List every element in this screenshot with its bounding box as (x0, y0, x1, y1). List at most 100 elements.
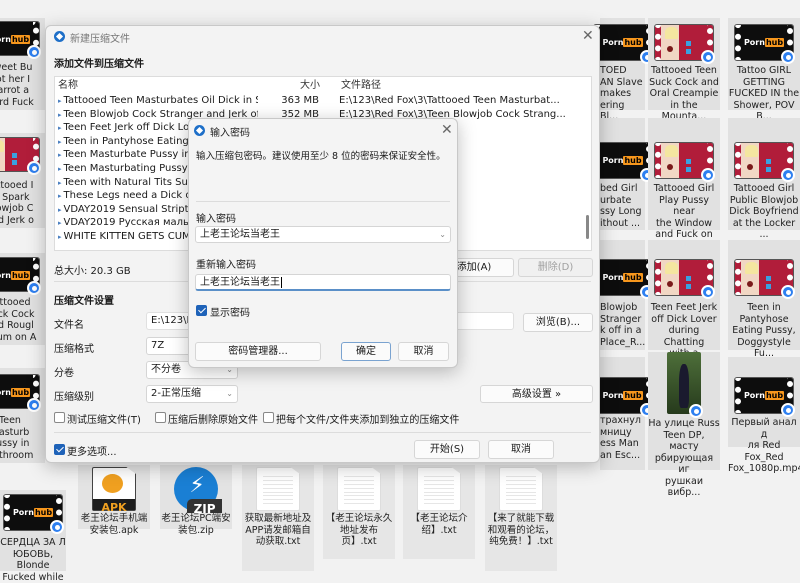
level-select[interactable]: 2-正常压缩 ⌄ (146, 385, 238, 403)
txt-thumbnail (417, 467, 461, 511)
desktop-file-follow[interactable]: Teen in Pantyhose Eating Pussy, Doggysty… (728, 240, 800, 359)
video-player-badge-icon (781, 285, 795, 299)
show-password-label[interactable]: 显示密码 (210, 304, 250, 319)
column-size[interactable]: 大小 (300, 79, 320, 92)
desktop-file-pornhub[interactable]: Pornhub bed Girl urbate ssy Long ithout .… (592, 118, 654, 230)
title-bar[interactable]: 新建压缩文件 ✕ (46, 26, 599, 48)
desktop-file-label: 【老王论坛介 绍】.txt (410, 513, 468, 536)
desktop-file-label: Tattooed Girl Public Blowjob Dick Boyfri… (729, 183, 799, 240)
filename-label: 文件名 (54, 320, 84, 331)
txt-thumbnail (499, 467, 543, 511)
scrollbar-thumb[interactable] (586, 215, 589, 239)
desktop-file-pornhub[interactable]: Pornhub Sweet Bu got her I Carrot a Hard … (0, 18, 45, 110)
desktop-file-pornhub[interactable]: Pornhub Blowjob Stranger k off in a Place… (592, 240, 654, 350)
reenter-password-input[interactable]: 上老王论坛当老王 (195, 274, 451, 291)
show-password-checkbox[interactable] (196, 305, 207, 316)
split-value: 不分卷 (151, 364, 181, 375)
window-title: 新建压缩文件 (70, 34, 130, 45)
delete-after-checkbox[interactable] (155, 412, 166, 423)
pornhub-logo: Pornhub (602, 273, 643, 283)
desktop-file-label: трахнул мницу ess Man an Esc... (600, 415, 641, 461)
desktop-file-apk[interactable]: APK 老王论坛手机端 安装包.apk (78, 465, 150, 536)
desktop-file-zip[interactable]: ⚡ ZIP 老王论坛PC端安 装包.zip (160, 465, 232, 536)
password-title-bar[interactable]: 输入密码 ✕ (189, 119, 457, 141)
desktop-file-label: 获取最新地址及 APP请发邮箱自 动获取.txt (244, 513, 312, 547)
video-player-badge-icon (27, 45, 41, 59)
app-icon (54, 31, 65, 42)
pornhub-logo: Pornhub (602, 38, 643, 48)
format-label: 压缩格式 (54, 344, 94, 355)
video-player-badge-icon (689, 404, 703, 418)
password-combo[interactable]: 上老王论坛当老王 ⌄ (195, 226, 451, 243)
add-files-heading: 添加文件到压缩文件 (54, 59, 144, 70)
desktop-file-follow[interactable]: Teen Feet Jerk off Dick Lover during Cha… (648, 240, 720, 371)
desktop-file-txt[interactable]: 获取最新地址及 APP请发邮箱自 动获取.txt (242, 465, 314, 571)
desktop-file-label: Tattooed Suck Cock and Rougl - Cum on A (0, 297, 37, 343)
desktop-file-pornhub[interactable]: Pornhub трахнул мницу ess Man an Esc... (592, 357, 654, 470)
total-size: 总大小: 20.3 GB (54, 266, 131, 277)
file-row[interactable]: Tattooed Teen Masturbates Oil Dick in St… (55, 94, 591, 107)
desktop-file-follow[interactable]: Tattooed I in Spark Blowjob C and Jerk o (0, 133, 45, 228)
enter-password-label: 输入密码 (196, 214, 236, 225)
video-player-badge-icon (701, 50, 715, 64)
video-player-badge-icon (781, 403, 795, 417)
password-description: 输入压缩包密码。建议使用至少 8 位的密码来保证安全性。 (196, 151, 446, 162)
column-path[interactable]: 文件路径 (341, 79, 381, 92)
app-icon (194, 125, 205, 136)
reenter-password-value: 上老王论坛当老王 (200, 277, 280, 288)
delete-after-label[interactable]: 压缩后删除原始文件 (168, 411, 258, 426)
pornhub-logo: Pornhub (12, 508, 54, 518)
video-player-badge-icon (701, 285, 715, 299)
desktop-file-follow[interactable]: Tattooed Girl Play Pussy near the Window… (648, 118, 720, 252)
file-name: Tattooed Teen Masturbates Oil Dick in St… (58, 94, 258, 108)
level-value: 2-正常压缩 (151, 388, 201, 399)
video-player-badge-icon (27, 398, 41, 412)
desktop-file-follow[interactable]: Tattooed Teen Suck Cock and Oral Creampi… (648, 18, 720, 122)
txt-thumbnail (337, 467, 381, 511)
desktop-file-txt[interactable]: 【老王论坛介 绍】.txt (403, 465, 475, 559)
desktop-file-pornhub[interactable]: Pornhub Первый анал д ля Red Fox_Red Fox_… (728, 357, 800, 474)
file-list-header: 名称 大小 文件路径 (55, 79, 591, 92)
pornhub-logo: Pornhub (0, 34, 31, 44)
desktop-file-pornhub[interactable]: Pornhub Teen Masturb Pussy in Bathroom (0, 368, 45, 463)
desktop-file-label: Tattooed Teen Suck Cock and Oral Creampi… (649, 65, 719, 122)
desktop-file-pornhub[interactable]: Pornhub Tattoo GIRL GETTING FUCKED IN the… (728, 18, 800, 122)
pornhub-logo: Pornhub (743, 38, 785, 48)
test-archive-label[interactable]: 测试压缩文件(T) (67, 411, 141, 426)
separate-archives-checkbox[interactable] (263, 412, 274, 423)
ok-button[interactable]: 确定 (341, 342, 391, 361)
password-manager-button[interactable]: 密码管理器... (195, 342, 321, 361)
split-label: 分卷 (54, 368, 74, 379)
cancel-button[interactable]: 取消 (488, 440, 554, 459)
desktop-file-label: bed Girl urbate ssy Long ithout ... (600, 183, 642, 229)
test-archive-checkbox[interactable] (54, 412, 65, 423)
desktop-file-pornhub[interactable]: Pornhub Tattooed Suck Cock and Rougl - Cu… (0, 253, 45, 345)
format-value: 7Z (151, 340, 165, 351)
desktop-file-pornhub[interactable]: Pornhub СЕРДЦА ЗА Л ЮБОВЬ, Blonde Fucked … (0, 490, 66, 583)
zip-thumbnail: ⚡ ZIP (174, 467, 222, 516)
desktop-file-txt[interactable]: 【来了就能下载 和观看的论坛， 纯免费！】.txt (485, 465, 557, 571)
pornhub-logo: Pornhub (0, 387, 31, 397)
file-path: E:\123\Red Fox\3\Tattooed Teen Masturbat… (339, 95, 560, 106)
desktop-file-label: Teen in Pantyhose Eating Pussy, Doggysty… (732, 302, 796, 359)
more-options-label[interactable]: 更多选项... (67, 443, 117, 458)
more-options-checkbox[interactable] (54, 444, 65, 455)
password-value: 上老王论坛当老王 (200, 229, 280, 240)
start-button[interactable]: 开始(S) (414, 440, 480, 459)
password-cancel-button[interactable]: 取消 (398, 342, 449, 361)
desktop-file-follow[interactable]: Tattooed Girl Public Blowjob Dick Boyfri… (728, 118, 800, 240)
close-icon[interactable]: ✕ (582, 29, 594, 43)
desktop-file-pornhub[interactable]: Pornhub TOED AN Slave makes ering Bl... (592, 18, 654, 122)
delete-button[interactable]: 删除(D) (518, 258, 593, 277)
column-name[interactable]: 名称 (58, 79, 78, 92)
pornhub-logo: Pornhub (0, 270, 31, 280)
browse-button[interactable]: 浏览(B)... (523, 313, 593, 332)
desktop-file-txt[interactable]: 【老王论坛永久 地址发布页】.txt (323, 465, 395, 559)
close-icon[interactable]: ✕ (441, 123, 453, 137)
desktop-file-photo[interactable]: На улице Russ Teen DP, масту рбирующая и… (648, 352, 720, 498)
password-dialog: 输入密码 ✕ 输入压缩包密码。建议使用至少 8 位的密码来保证安全性。 输入密码… (188, 118, 458, 368)
separate-archives-label[interactable]: 把每个文件/文件夹添加到独立的压缩文件 (276, 411, 459, 426)
advanced-settings-button[interactable]: 高级设置 » (480, 385, 593, 403)
text-cursor (281, 277, 282, 288)
settings-heading: 压缩文件设置 (54, 296, 114, 307)
